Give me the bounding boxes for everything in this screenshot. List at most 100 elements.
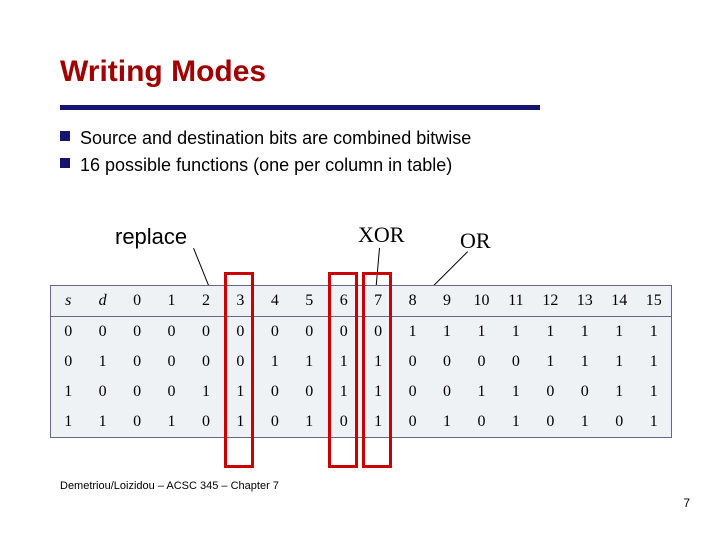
table-cell: 0	[189, 317, 223, 348]
table-cell: 0	[120, 407, 154, 437]
table-cell: 1	[464, 377, 498, 407]
table-cell: 0	[85, 377, 119, 407]
table-cell: 1	[464, 317, 498, 348]
table-cell: 0	[464, 407, 498, 437]
table-header-cell: 5	[292, 286, 326, 317]
table-cell: 1	[430, 407, 464, 437]
table-row: 1 0 0 0 1 1 0 0 1 1 0 0 1 1 0 0 1 1	[51, 377, 671, 407]
table-cell: 1	[602, 377, 636, 407]
table-cell: 1	[395, 317, 429, 348]
table-cell: 1	[292, 347, 326, 377]
table-cell: 0	[258, 377, 292, 407]
label-xor: XOR	[358, 222, 404, 248]
table-cell: 0	[602, 407, 636, 437]
table-cell: 0	[120, 377, 154, 407]
truth-table: s d 0 1 2 3 4 5 6 7 8 9 10 11 12 13 14 1…	[50, 285, 672, 438]
bullet-text: Source and destination bits are combined…	[80, 125, 471, 152]
table-header-cell: s	[51, 286, 85, 317]
label-or: OR	[460, 228, 491, 254]
table-cell: 0	[464, 347, 498, 377]
table-cell: 1	[430, 317, 464, 348]
table-cell: 1	[568, 317, 602, 348]
table-cell: 0	[430, 347, 464, 377]
table-cell: 1	[154, 407, 188, 437]
table-header-cell: 7	[361, 286, 395, 317]
table-header-cell: 9	[430, 286, 464, 317]
table-row: 0 0 0 0 0 0 0 0 0 0 1 1 1 1 1 1 1 1	[51, 317, 671, 348]
table-cell: 0	[258, 317, 292, 348]
table-cell: 1	[189, 377, 223, 407]
table-cell: 0	[533, 377, 567, 407]
table-cell: 1	[568, 347, 602, 377]
table-cell: 1	[602, 347, 636, 377]
table-cell: 1	[361, 377, 395, 407]
table-cell: 0	[361, 317, 395, 348]
table-cell: 0	[292, 317, 326, 348]
page-number: 7	[683, 496, 690, 510]
bullet-icon	[60, 158, 70, 168]
bullet-icon	[60, 131, 70, 141]
table-cell: 1	[223, 407, 257, 437]
table-cell: 1	[636, 407, 671, 437]
table-cell: 0	[85, 317, 119, 348]
table-cell: 0	[154, 347, 188, 377]
table-header-cell: 6	[327, 286, 361, 317]
table-cell: 1	[533, 317, 567, 348]
pointer-line	[375, 248, 380, 290]
table-cell: 1	[636, 347, 671, 377]
table-header-cell: 4	[258, 286, 292, 317]
title-underline	[60, 105, 540, 110]
table-cell: 1	[499, 407, 533, 437]
table-header-cell: 1	[154, 286, 188, 317]
table-cell: 0	[120, 317, 154, 348]
table-header-cell: 8	[395, 286, 429, 317]
table-header-row: s d 0 1 2 3 4 5 6 7 8 9 10 11 12 13 14 1…	[51, 286, 671, 317]
table-header-cell: 12	[533, 286, 567, 317]
bullet-item: Source and destination bits are combined…	[60, 125, 471, 152]
table-cell: 1	[499, 377, 533, 407]
table-cell: 0	[189, 347, 223, 377]
table-header-cell: d	[85, 286, 119, 317]
table-cell: 0	[51, 317, 85, 348]
table-header-cell: 11	[499, 286, 533, 317]
table-cell: 0	[327, 407, 361, 437]
table-cell: 1	[499, 317, 533, 348]
table-cell: 0	[395, 407, 429, 437]
table-cell: 0	[568, 377, 602, 407]
table-cell: 1	[636, 317, 671, 348]
table-cell: 0	[258, 407, 292, 437]
table-row: 1 1 0 1 0 1 0 1 0 1 0 1 0 1 0 1 0 1	[51, 407, 671, 437]
table-cell: 1	[292, 407, 326, 437]
table-cell: 1	[568, 407, 602, 437]
table-header-cell: 13	[568, 286, 602, 317]
table-cell: 0	[154, 317, 188, 348]
table-cell: 1	[361, 347, 395, 377]
table-header-cell: 14	[602, 286, 636, 317]
table-cell: 0	[51, 347, 85, 377]
table-cell: 0	[499, 347, 533, 377]
table-cell: 0	[189, 407, 223, 437]
table-cell: 1	[258, 347, 292, 377]
bullet-list: Source and destination bits are combined…	[60, 125, 471, 179]
table-header-cell: 3	[223, 286, 257, 317]
bullet-text: 16 possible functions (one per column in…	[80, 152, 452, 179]
table-cell: 0	[430, 377, 464, 407]
table-row: 0 1 0 0 0 0 1 1 1 1 0 0 0 0 1 1 1 1	[51, 347, 671, 377]
table-cell: 0	[223, 347, 257, 377]
table-cell: 0	[395, 377, 429, 407]
table-cell: 1	[327, 347, 361, 377]
table-cell: 0	[395, 347, 429, 377]
table-cell: 1	[533, 347, 567, 377]
table-header-cell: 0	[120, 286, 154, 317]
table-cell: 0	[223, 317, 257, 348]
table-cell: 1	[636, 377, 671, 407]
table-cell: 0	[327, 317, 361, 348]
table-cell: 1	[51, 377, 85, 407]
table-header-cell: 2	[189, 286, 223, 317]
table-cell: 0	[533, 407, 567, 437]
table-cell: 0	[154, 377, 188, 407]
bullet-item: 16 possible functions (one per column in…	[60, 152, 471, 179]
slide-title: Writing Modes	[60, 55, 266, 89]
table-header-cell: 15	[636, 286, 671, 317]
table-cell: 1	[223, 377, 257, 407]
